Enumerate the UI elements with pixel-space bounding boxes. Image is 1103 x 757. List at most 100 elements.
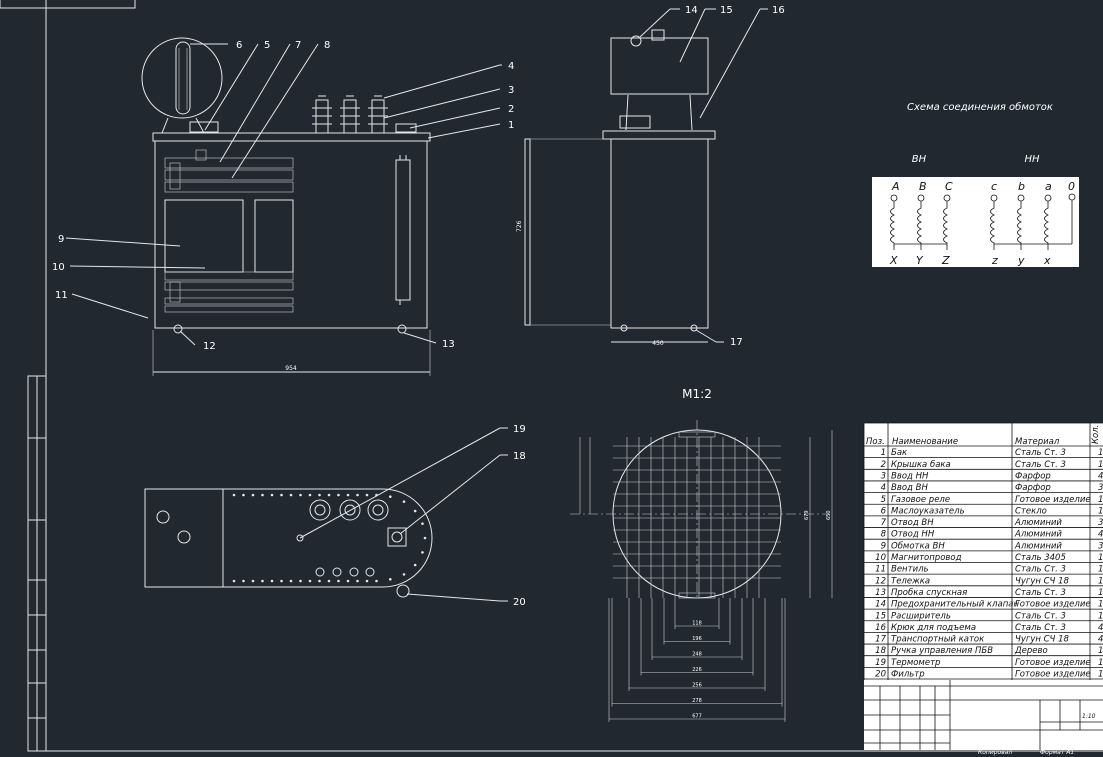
title-stamp: 1:10 Копировал Формат А1 [864,680,1103,756]
callout-8: 8 [324,40,330,51]
bom-material: Сталь 3405 [1015,553,1066,563]
svg-text:Z: Z [941,254,950,267]
bom-material: Сталь Ст. 3 [1015,565,1066,575]
bom-material: Сталь Ст. 3 [1015,623,1066,633]
bom-name: Ввод ВН [891,483,928,493]
wiring-scheme: Схема соединения обмоток ВН НН A B C c b… [872,101,1079,267]
svg-text:y: y [1017,254,1025,267]
conservator [141,37,223,119]
stamp-copied: Копировал [978,749,1012,756]
section-width-dim: 226 [692,667,702,673]
section-width-dim: 196 [692,636,702,642]
bom-material: Фарфор [1015,471,1051,481]
bom-name: Газовое реле [891,495,950,505]
bom-pos: 4 [881,483,886,493]
bom-name: Фильтр [891,670,925,680]
bom-header-material: Материал [1015,437,1060,447]
bom-material: Стекло [1015,506,1047,516]
bom-name: Вентиль [891,565,929,575]
bom-qty: 3 [1098,518,1103,528]
bom-name: Бак [891,448,908,458]
callout-4: 4 [508,61,514,72]
bom-name: Крышка бака [891,460,951,470]
callout-11: 11 [55,290,68,301]
bom-name: Тележка [891,576,930,586]
bom-name: Предохранительный клапан [891,600,1019,610]
bom-qty: 4 [1098,471,1103,481]
callout-2: 2 [508,104,514,115]
callout-6: 6 [236,40,242,51]
callout-10: 10 [52,262,65,273]
svg-text:z: z [991,254,998,267]
bom-pos: 10 [875,553,886,563]
bom-name: Термометр [891,658,940,668]
callout-20: 20 [513,597,526,608]
hv-winding [164,199,244,273]
tank [154,140,428,329]
bom-material: Сталь Ст. 3 [1015,460,1066,470]
bom-qty: 3 [1098,483,1103,493]
bom-pos: 2 [881,460,886,470]
stamp-sheet: 1:10 [1082,713,1096,720]
svg-text:a: a [1045,180,1052,193]
bom-name: Магнитопровод [891,553,962,563]
bom-pos: 18 [875,646,886,656]
svg-text:0: 0 [1068,180,1075,193]
svg-text:b: b [1018,180,1025,193]
callout-19: 19 [513,424,526,435]
svg-text:B: B [919,180,927,193]
bom-material: Сталь Ст. 3 [1015,448,1066,458]
section-width-dim: 118 [692,621,702,627]
drawing-canvas: 954 6 5 7 8 4 3 2 1 9 10 11 12 13 450 72… [0,0,1103,756]
callout-9: 9 [58,234,64,245]
bom-name: Отвод НН [891,530,935,540]
bom-pos: 11 [875,565,886,575]
bom-material: Готовое изделие [1015,495,1091,505]
tank-cover [152,132,431,142]
bom-qty: 1 [1098,588,1103,598]
bom-name: Расширитель [891,611,951,621]
bom-qty: 1 [1098,460,1103,470]
bushings [312,95,417,134]
callout-16: 16 [772,5,785,16]
scale-label: M1:2 [682,387,712,401]
bom-material: Готовое изделие [1015,658,1091,668]
bom-qty: 4 [1098,530,1103,540]
bom-qty: 1 [1098,658,1103,668]
bom-material: Дерево [1014,646,1048,656]
svg-text:650: 650 [826,510,832,520]
gas-relay [189,121,219,133]
bom-name: Ручка управления ПБВ [891,646,993,656]
callout-7: 7 [295,40,301,51]
section-width-dim: 256 [692,683,702,689]
bom-name: Пробка спускная [891,588,967,598]
bom-pos: 17 [875,635,886,645]
side-height-dim: 726 [516,220,523,232]
bom-pos: 5 [881,495,886,505]
side-view: 450 726 14 15 16 17 [516,5,785,348]
bom-pos: 14 [875,600,886,610]
bom-qty: 1 [1098,670,1103,680]
bom-material: Сталь Ст. 3 [1015,611,1066,621]
bom-qty: 1 [1098,495,1103,505]
callout-1: 1 [508,120,514,131]
bom-name: Транспортный каток [891,635,985,645]
callout-14: 14 [685,5,698,16]
bom-header-name: Наименование [892,437,958,447]
stamp-format: Формат А1 [1040,749,1074,756]
bom-name: Маслоуказатель [891,506,965,516]
bom-qty: 1 [1098,565,1103,575]
bom-pos: 3 [881,471,886,481]
callout-18: 18 [513,451,526,462]
svg-text:X: X [889,254,898,267]
bom-pos: 13 [875,588,886,598]
section-width-dim: 677 [692,714,702,720]
bom-material: Чугун СЧ 18 [1015,576,1069,586]
lv-label: НН [1024,154,1040,165]
hv-label: ВН [912,154,927,165]
bom-material: Фарфор [1015,483,1051,493]
svg-text:c: c [991,180,997,193]
bom-qty: 4 [1098,623,1103,633]
bom-name: Ввод НН [891,471,929,481]
svg-text:C: C [945,180,953,193]
